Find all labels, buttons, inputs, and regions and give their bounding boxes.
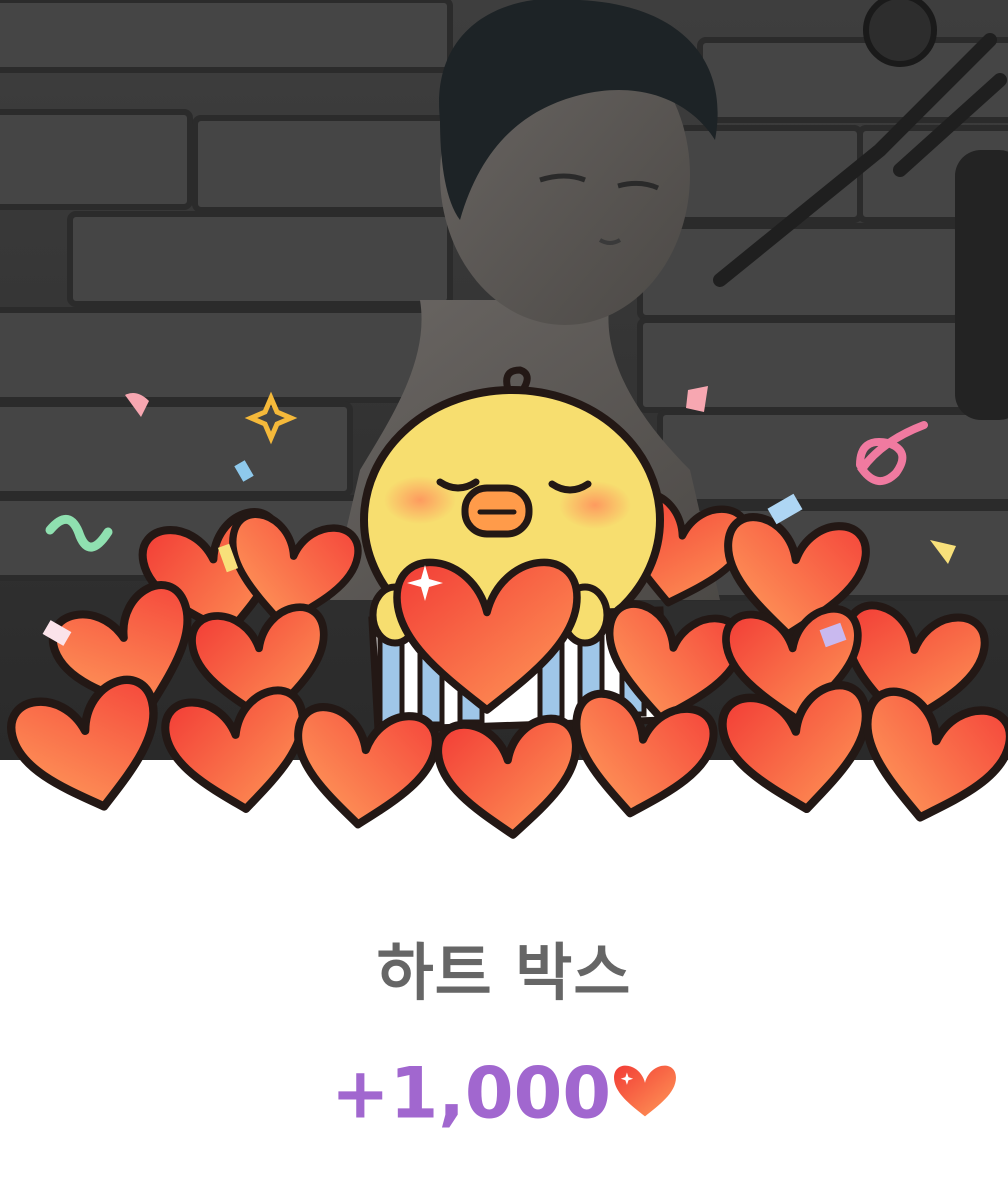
heart-decoration xyxy=(6,674,174,823)
heart-decoration xyxy=(289,705,438,832)
chick-character xyxy=(360,366,669,734)
heart-decoration xyxy=(162,687,314,818)
heart-box-illustration xyxy=(0,0,1008,880)
reward-amount: +1,000 xyxy=(330,1052,612,1135)
heart-icon xyxy=(613,1058,677,1118)
heart-decoration xyxy=(850,687,1008,832)
reward-amount-row: +1,000 xyxy=(0,1048,1008,1139)
heart-decoration xyxy=(436,717,582,840)
reward-popup: 하트 박스 +1,000 xyxy=(0,0,1008,1179)
item-title: 하트 박스 xyxy=(376,936,632,1009)
